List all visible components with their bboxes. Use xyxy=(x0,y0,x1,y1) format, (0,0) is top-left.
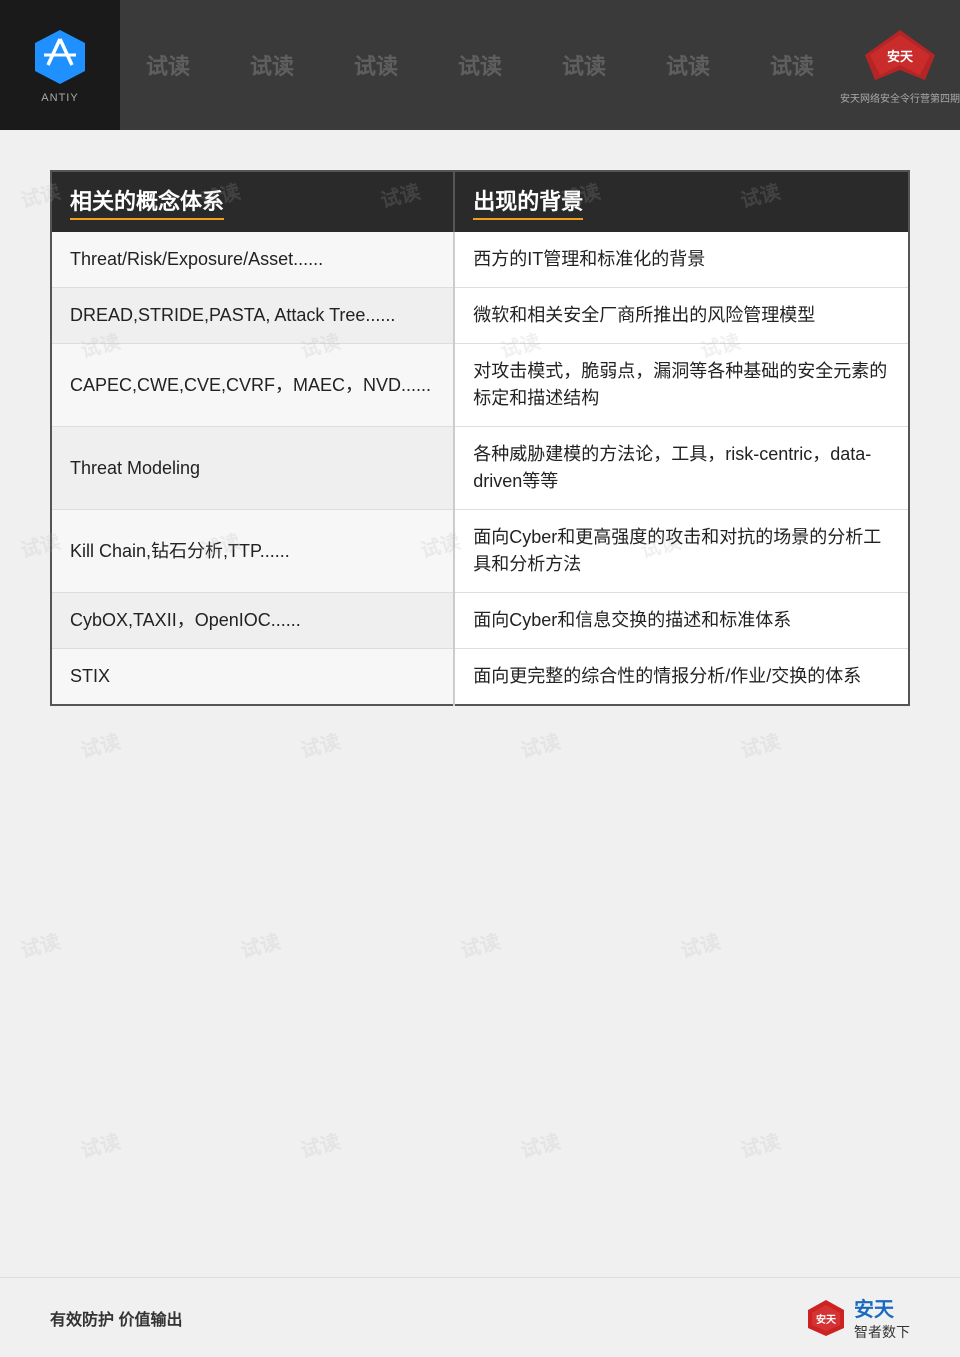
table-row: STIX面向更完整的综合性的情报分析/作业/交换的体系 xyxy=(51,649,909,706)
wm7: 试读 xyxy=(770,49,814,81)
header-right-logo: 安天 安天网络安全令行营第四期 xyxy=(840,0,960,130)
table-row: Threat/Risk/Exposure/Asset......西方的IT管理和… xyxy=(51,232,909,288)
footer-right: 安天 安天 智者数下 xyxy=(804,1293,910,1342)
logo-text: ANTIY xyxy=(41,92,78,104)
body-wm-24: 试读 xyxy=(517,1125,563,1163)
header: ANTIY 试读 试读 试读 试读 试读 试读 试读 安天 安天网络安全令行营第… xyxy=(0,0,960,130)
body-wm-22: 试读 xyxy=(77,1125,123,1163)
table-cell-col1-2: CAPEC,CWE,CVE,CVRF，MAEC，NVD...... xyxy=(51,344,454,427)
col1-header: 相关的概念体系 xyxy=(51,171,454,232)
col1-header-text: 相关的概念体系 xyxy=(70,184,224,220)
body-wm-25: 试读 xyxy=(737,1125,783,1163)
logo-area: ANTIY xyxy=(0,0,120,130)
body-wm-20: 试读 xyxy=(457,925,503,963)
wm1: 试读 xyxy=(146,49,190,81)
table-row: DREAD,STRIDE,PASTA, Attack Tree......微软和… xyxy=(51,288,909,344)
table-cell-col1-0: Threat/Risk/Exposure/Asset...... xyxy=(51,232,454,288)
table-row: Threat Modeling各种威胁建模的方法论，工具，risk-centri… xyxy=(51,427,909,510)
table-cell-col1-6: STIX xyxy=(51,649,454,706)
table-cell-col2-0: 西方的IT管理和标准化的背景 xyxy=(454,232,909,288)
table-cell-col2-6: 面向更完整的综合性的情报分析/作业/交换的体系 xyxy=(454,649,909,706)
svg-text:安天: 安天 xyxy=(816,1313,837,1326)
wm5: 试读 xyxy=(562,49,606,81)
table-row: Kill Chain,钻石分析,TTP......面向Cyber和更高强度的攻击… xyxy=(51,510,909,593)
table-cell-col2-5: 面向Cyber和信息交换的描述和标准体系 xyxy=(454,593,909,649)
table-cell-col2-2: 对攻击模式，脆弱点，漏洞等各种基础的安全元素的标定和描述结构 xyxy=(454,344,909,427)
footer-logo: 安天 安天 智者数下 xyxy=(804,1293,910,1342)
table-cell-col2-3: 各种威胁建模的方法论，工具，risk-centric，data-driven等等 xyxy=(454,427,909,510)
wm4: 试读 xyxy=(458,49,502,81)
footer-logo-icon: 安天 xyxy=(804,1298,849,1338)
table-header-row: 相关的概念体系 出现的背景 xyxy=(51,171,909,232)
table-cell-col2-4: 面向Cyber和更高强度的攻击和对抗的场景的分析工具和分析方法 xyxy=(454,510,909,593)
wm3: 试读 xyxy=(354,49,398,81)
main-content: 相关的概念体系 出现的背景 Threat/Risk/Exposure/Asset… xyxy=(0,130,960,736)
logo-icon xyxy=(30,27,90,87)
table-body: Threat/Risk/Exposure/Asset......西方的IT管理和… xyxy=(51,232,909,705)
table-cell-col1-5: CybOX,TAXII，OpenIOC...... xyxy=(51,593,454,649)
concept-table: 相关的概念体系 出现的背景 Threat/Risk/Exposure/Asset… xyxy=(50,170,910,706)
svg-text:安天: 安天 xyxy=(887,49,914,64)
col2-header: 出现的背景 xyxy=(454,171,909,232)
body-wm-18: 试读 xyxy=(17,925,63,963)
body-wm-23: 试读 xyxy=(297,1125,343,1163)
wm2: 试读 xyxy=(250,49,294,81)
table-cell-col1-3: Threat Modeling xyxy=(51,427,454,510)
footer: 有效防护 价值输出 安天 安天 智者数下 xyxy=(0,1277,960,1357)
table-cell-col1-4: Kill Chain,钻石分析,TTP...... xyxy=(51,510,454,593)
footer-brand: 安天 xyxy=(854,1293,894,1322)
table-row: CybOX,TAXII，OpenIOC......面向Cyber和信息交换的描述… xyxy=(51,593,909,649)
wm6: 试读 xyxy=(666,49,710,81)
right-logo-subtitle: 安天网络安全令行营第四期 xyxy=(840,90,960,105)
header-watermark-area: 试读 试读 试读 试读 试读 试读 试读 xyxy=(120,0,840,130)
footer-left-text: 有效防护 价值输出 xyxy=(50,1306,182,1330)
col2-header-text: 出现的背景 xyxy=(473,184,583,220)
body-wm-21: 试读 xyxy=(677,925,723,963)
table-row: CAPEC,CWE,CVE,CVRF，MAEC，NVD......对攻击模式，脆… xyxy=(51,344,909,427)
table-cell-col2-1: 微软和相关安全厂商所推出的风险管理模型 xyxy=(454,288,909,344)
right-logo-icon: 安天 xyxy=(855,25,945,85)
table-cell-col1-1: DREAD,STRIDE,PASTA, Attack Tree...... xyxy=(51,288,454,344)
body-wm-19: 试读 xyxy=(237,925,283,963)
footer-slogan: 智者数下 xyxy=(854,1322,910,1342)
